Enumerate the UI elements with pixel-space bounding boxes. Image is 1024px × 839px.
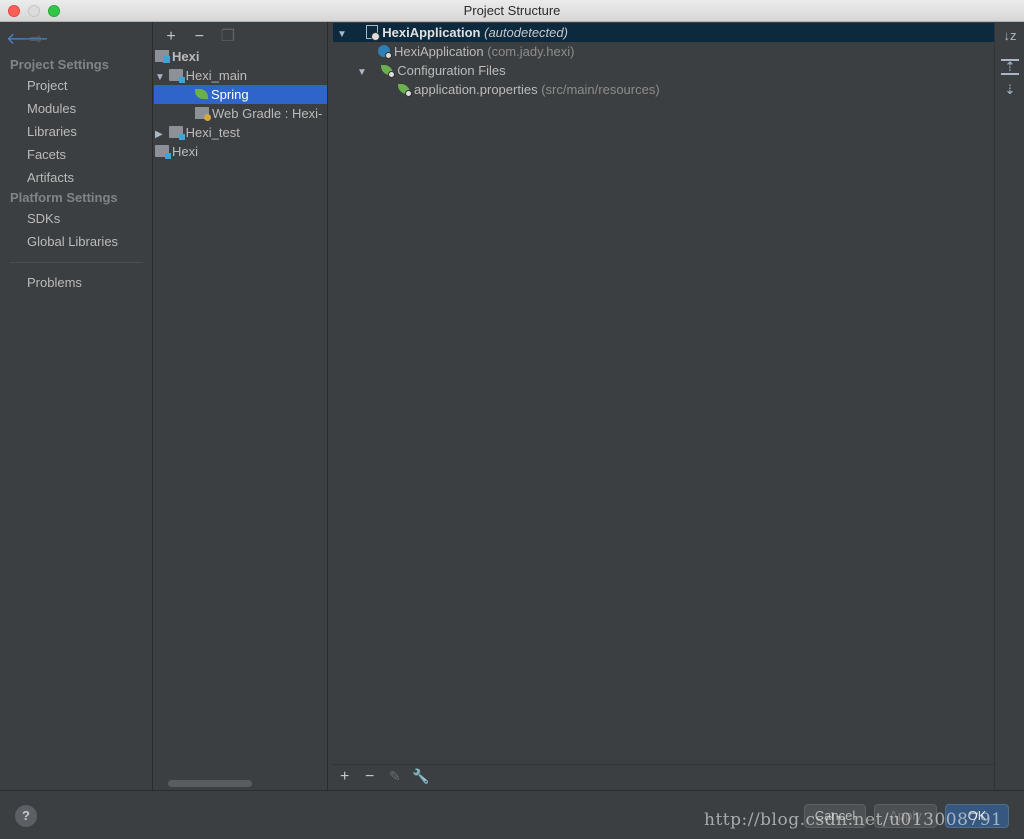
spring-facet-content: ▼ HexiApplication (autodetected) HexiApp…: [333, 22, 994, 790]
section-project-settings: Project Settings: [10, 57, 109, 72]
tree-item-hexi-root[interactable]: Hexi: [155, 47, 325, 66]
module-group-icon: [155, 50, 170, 63]
config-files-label: Configuration Files: [397, 63, 506, 78]
tree-item-label: Hexi: [172, 49, 200, 64]
nav-item-sdks[interactable]: SDKs: [27, 211, 60, 226]
nav-item-project[interactable]: Project: [27, 78, 67, 93]
section-platform-settings: Platform Settings: [10, 190, 118, 205]
nav-item-problems[interactable]: Problems: [27, 275, 82, 290]
tree-item-hexi-test[interactable]: ▶ Hexi_test: [155, 123, 325, 142]
expand-all-icon[interactable]: ⇡: [1001, 59, 1019, 75]
root-suffix: (autodetected): [484, 25, 568, 40]
expand-arrow-icon[interactable]: ▼: [337, 25, 347, 44]
tree-item-hexi-main[interactable]: ▼ Hexi_main: [155, 66, 325, 85]
app-name: HexiApplication: [394, 44, 484, 59]
props-path: (src/main/resources): [541, 82, 660, 97]
remove-button[interactable]: −: [187, 28, 211, 46]
expand-arrow-icon[interactable]: ▼: [357, 63, 367, 82]
folder-icon: [168, 126, 185, 140]
spring-leaf-icon: [195, 89, 208, 99]
add-button[interactable]: +: [340, 768, 349, 786]
content-item-configuration-files[interactable]: ▼ Configuration Files: [357, 61, 506, 80]
close-window-button[interactable]: [8, 5, 20, 17]
app-package: (com.jady.hexi): [487, 44, 575, 59]
tree-item-label: Hexi_test: [185, 125, 240, 140]
forward-arrow-icon[interactable]: ⇨: [30, 29, 50, 49]
help-button[interactable]: ?: [15, 805, 37, 827]
window-title: Project Structure: [463, 3, 561, 18]
tree-item-spring[interactable]: Spring: [154, 85, 327, 104]
zoom-window-button[interactable]: [48, 5, 60, 17]
dialog-footer: ? Cancel Apply OK http://blog.csdn.net/u…: [0, 790, 1024, 839]
nav-item-artifacts[interactable]: Artifacts: [27, 170, 74, 185]
web-facet-icon: [195, 107, 211, 121]
tree-actions-toolbar: ↓z ⇡ ⇣: [994, 22, 1024, 790]
nav-divider: [10, 262, 143, 263]
spring-config-icon: [397, 82, 412, 97]
tree-item-hexi[interactable]: Hexi: [155, 142, 325, 161]
add-button[interactable]: +: [159, 28, 183, 46]
root-name: HexiApplication: [382, 25, 481, 40]
application-context-icon: [366, 25, 381, 41]
collapse-all-icon[interactable]: ⇣: [1001, 83, 1019, 100]
copy-icon[interactable]: ❐: [216, 26, 240, 46]
title-bar: Project Structure: [0, 0, 1024, 22]
tree-item-label: Spring: [211, 87, 249, 102]
sort-alpha-icon[interactable]: ↓z: [1001, 28, 1019, 43]
facets-tree-panel: + − ❐ Hexi ▼ Hexi_main Spring Web Gradle…: [153, 22, 328, 790]
pencil-icon[interactable]: ✎: [389, 768, 401, 785]
horizontal-scrollbar[interactable]: [168, 780, 252, 787]
folder-icon: [155, 145, 171, 159]
content-item-application-properties[interactable]: application.properties (src/main/resourc…: [397, 80, 660, 99]
wrench-icon[interactable]: 🔧: [412, 768, 429, 785]
minimize-window-button[interactable]: [28, 5, 40, 17]
props-name: application.properties: [414, 82, 538, 97]
content-bottom-toolbar: + − ✎ 🔧: [333, 764, 994, 790]
nav-item-modules[interactable]: Modules: [27, 101, 76, 116]
tree-item-label: Hexi_main: [185, 68, 248, 83]
content-item-hexi-application-root[interactable]: ▼ HexiApplication (autodetected): [333, 23, 994, 42]
back-arrow-icon[interactable]: 🡐: [6, 28, 49, 49]
settings-navigation: 🡐 ⇨ Project Settings Project Modules Lib…: [0, 22, 153, 790]
remove-button[interactable]: −: [365, 768, 374, 786]
tree-item-label: Web Gradle : Hexi-: [212, 106, 323, 121]
watermark-text: http://blog.csdn.net/u013008791: [704, 810, 1003, 830]
nav-item-global-libraries[interactable]: Global Libraries: [27, 234, 118, 249]
nav-arrows: 🡐 ⇨: [6, 28, 50, 49]
tree-toolbar: + − ❐: [159, 26, 240, 46]
spring-config-icon: [380, 63, 396, 78]
nav-item-libraries[interactable]: Libraries: [27, 124, 77, 139]
tree-item-web-gradle[interactable]: Web Gradle : Hexi-: [195, 104, 326, 123]
folder-icon: [168, 69, 185, 83]
content-item-hexi-application[interactable]: HexiApplication (com.jady.hexi): [377, 42, 574, 61]
nav-item-facets[interactable]: Facets: [27, 147, 66, 162]
tree-item-label: Hexi: [172, 144, 199, 159]
spring-boot-app-icon: [377, 44, 392, 59]
